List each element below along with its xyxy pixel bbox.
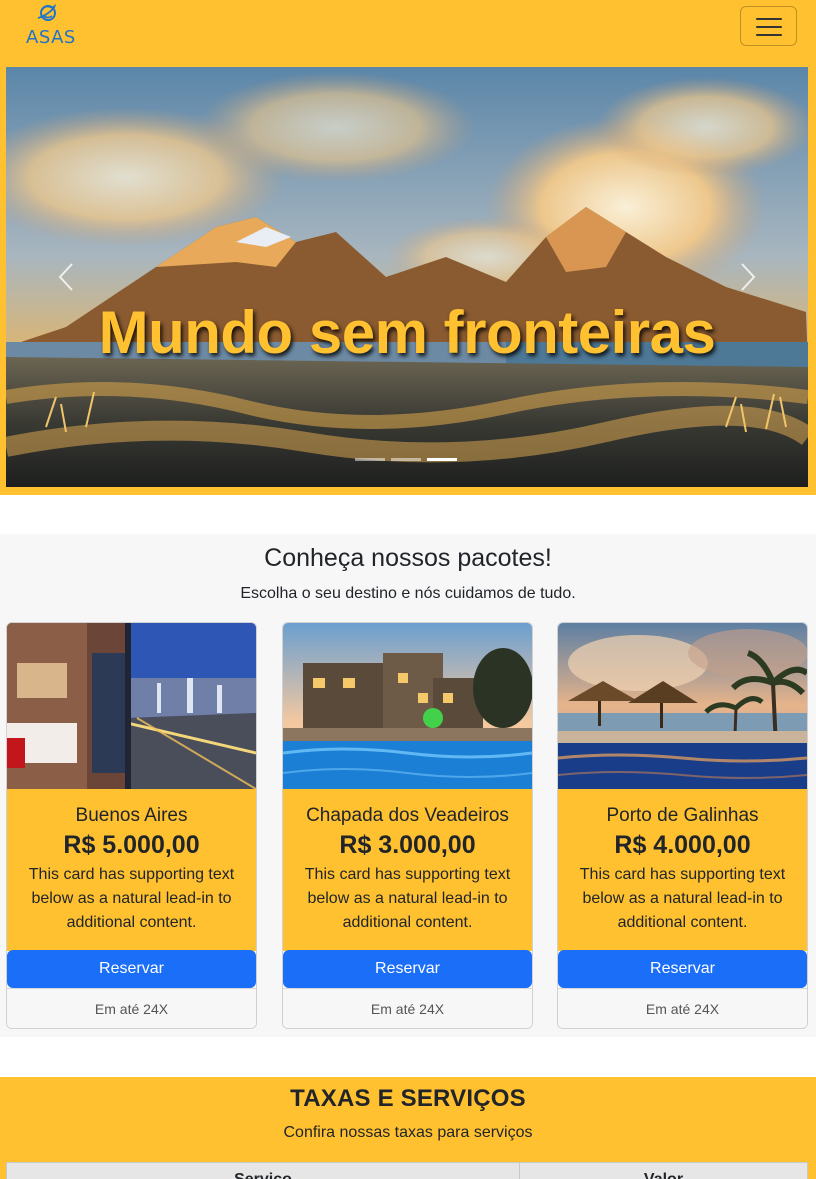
hero-carousel[interactable]: Mundo sem fronteiras: [6, 67, 808, 487]
navbar: ASAS: [0, 0, 816, 67]
card-description: This card has supporting text below as a…: [579, 866, 786, 931]
carousel-indicator-3[interactable]: [427, 458, 457, 461]
card-image-hotel-room: [7, 623, 256, 789]
card-price: R$ 3.000,00: [339, 831, 476, 859]
reserve-button[interactable]: Reservar: [558, 950, 807, 988]
table-header-value: Valor: [520, 1163, 807, 1179]
carousel-indicator-2[interactable]: [391, 458, 421, 461]
card-body: Chapada dos Veadeiros R$ 3.000,00 This c…: [283, 789, 532, 951]
hamburger-icon-line: [756, 34, 782, 36]
carousel-prev-button[interactable]: [46, 257, 86, 297]
card-destination: Buenos Aires: [75, 805, 188, 826]
card-price: R$ 5.000,00: [63, 831, 200, 859]
card-image-pool-resort: [283, 623, 532, 789]
hero-image-mountains: [6, 67, 808, 487]
hamburger-icon: [756, 18, 782, 20]
reserve-button[interactable]: Reservar: [283, 950, 532, 988]
hero-caption: Mundo sem fronteiras: [98, 299, 716, 366]
card-footer: Em até 24X: [7, 988, 256, 1028]
package-card: Porto de Galinhas R$ 4.000,00 This card …: [557, 622, 808, 1029]
table-header-service: Serviço: [7, 1163, 520, 1179]
package-card: Chapada dos Veadeiros R$ 3.000,00 This c…: [282, 622, 533, 1029]
taxes-title: TAXAS E SERVIÇOS: [290, 1085, 526, 1112]
card-description: This card has supporting text below as a…: [304, 866, 511, 931]
packages-section: Conheça nossos pacotes! Escolha o seu de…: [0, 534, 816, 1037]
card-price: R$ 4.000,00: [614, 831, 751, 859]
reserve-button[interactable]: Reservar: [7, 950, 256, 988]
chevron-right-icon: [741, 263, 756, 291]
package-card: Buenos Aires R$ 5.000,00 This card has s…: [6, 622, 257, 1029]
carousel-next-button[interactable]: [728, 257, 768, 297]
packages-subtitle: Escolha o seu destino e nós cuidamos de …: [240, 585, 576, 602]
menu-toggle-button[interactable]: [740, 6, 797, 46]
card-image-beach-huts: [558, 623, 807, 789]
brand-name[interactable]: ASAS: [26, 27, 76, 48]
card-destination: Porto de Galinhas: [606, 805, 759, 826]
card-destination: Chapada dos Veadeiros: [306, 805, 509, 826]
hamburger-icon-line: [756, 26, 782, 28]
chevron-left-icon: [58, 263, 73, 291]
taxes-table-header: Serviço Valor: [6, 1162, 808, 1179]
card-footer: Em até 24X: [558, 988, 807, 1028]
carousel-indicator-1[interactable]: [355, 458, 385, 461]
card-body: Buenos Aires R$ 5.000,00 This card has s…: [7, 789, 256, 951]
card-body: Porto de Galinhas R$ 4.000,00 This card …: [558, 789, 807, 951]
taxes-subtitle: Confira nossas taxas para serviços: [283, 1124, 533, 1141]
card-description: This card has supporting text below as a…: [28, 866, 235, 931]
packages-title: Conheça nossos pacotes!: [264, 544, 552, 572]
carousel-indicators: [355, 458, 457, 461]
card-footer: Em até 24X: [283, 988, 532, 1028]
hero-section: Mundo sem fronteiras: [0, 67, 816, 495]
taxes-section: TAXAS E SERVIÇOS Confira nossas taxas pa…: [0, 1077, 816, 1179]
